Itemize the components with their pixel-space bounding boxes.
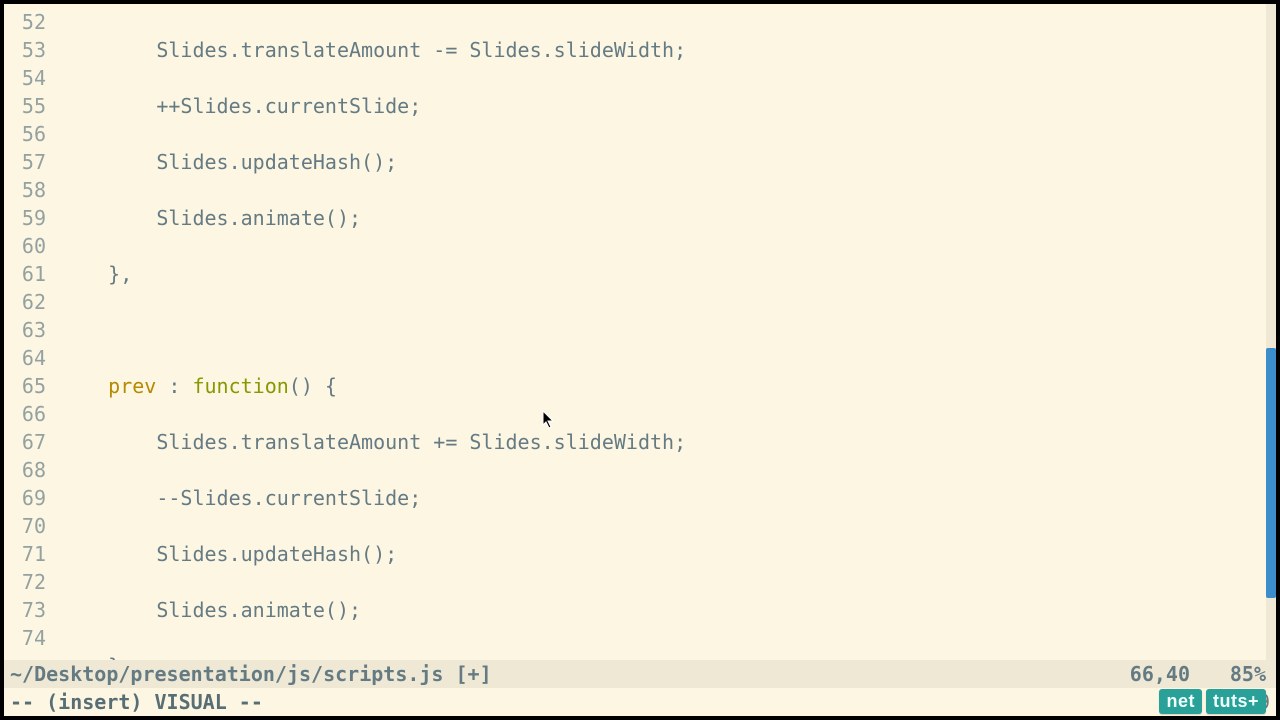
line-number-gutter: 52 53 54 55 56 57 58 59 60 61 62 63 64 6… <box>4 4 60 660</box>
file-path: ~/Desktop/presentation/js/scripts.js [+] <box>10 660 1050 688</box>
code-line: Slides.animate(); <box>60 204 1276 232</box>
line-number: 70 <box>4 512 46 540</box>
line-number: 56 <box>4 120 46 148</box>
line-number: 54 <box>4 64 46 92</box>
line-number: 53 <box>4 36 46 64</box>
editor-area[interactable]: 52 53 54 55 56 57 58 59 60 61 62 63 64 6… <box>4 4 1276 660</box>
mouse-cursor-icon <box>542 410 556 430</box>
code-line: ++Slides.currentSlide; <box>60 92 1276 120</box>
line-number: 57 <box>4 148 46 176</box>
line-number: 63 <box>4 316 46 344</box>
code-line: --Slides.currentSlide; <box>60 484 1276 512</box>
line-number: 74 <box>4 624 46 652</box>
line-number: 60 <box>4 232 46 260</box>
line-number: 71 <box>4 540 46 568</box>
code-line <box>60 316 1276 344</box>
code-line: Slides.translateAmount += Slides.slideWi… <box>60 428 1276 456</box>
code-line: Slides.translateAmount -= Slides.slideWi… <box>60 36 1276 64</box>
code-line: Slides.updateHash(); <box>60 540 1276 568</box>
vertical-scrollbar[interactable] <box>1266 4 1276 660</box>
scroll-percent: 85% <box>1190 660 1270 688</box>
line-number: 52 <box>4 8 46 36</box>
line-number: 64 <box>4 344 46 372</box>
editor-mode: -- (insert) VISUAL -- <box>10 688 1236 716</box>
editor-window: 52 53 54 55 56 57 58 59 60 61 62 63 64 6… <box>4 4 1276 716</box>
nettuts-watermark: net tuts+ <box>1159 689 1266 714</box>
line-number: 67 <box>4 428 46 456</box>
watermark-net: net <box>1159 689 1202 714</box>
line-number: 68 <box>4 456 46 484</box>
code-line: prev : function() { <box>60 372 1276 400</box>
line-number: 61 <box>4 260 46 288</box>
code-line: Slides.animate(); <box>60 596 1276 624</box>
command-line[interactable]: -- (insert) VISUAL -- 9 <box>4 688 1276 716</box>
code-line: }, <box>60 260 1276 288</box>
line-number: 58 <box>4 176 46 204</box>
line-number: 59 <box>4 204 46 232</box>
code-line: }, <box>60 652 1276 660</box>
line-number: 62 <box>4 288 46 316</box>
code-line: Slides.updateHash(); <box>60 148 1276 176</box>
watermark-tuts: tuts+ <box>1206 689 1266 714</box>
line-number: 66 <box>4 400 46 428</box>
line-number: 55 <box>4 92 46 120</box>
line-number: 69 <box>4 484 46 512</box>
cursor-position: 66,40 <box>1050 660 1190 688</box>
scrollbar-thumb[interactable] <box>1266 348 1276 598</box>
line-number: 72 <box>4 568 46 596</box>
line-number: 73 <box>4 596 46 624</box>
status-bar: ~/Desktop/presentation/js/scripts.js [+]… <box>4 660 1276 688</box>
code-content[interactable]: Slides.translateAmount -= Slides.slideWi… <box>60 4 1276 660</box>
line-number: 65 <box>4 372 46 400</box>
